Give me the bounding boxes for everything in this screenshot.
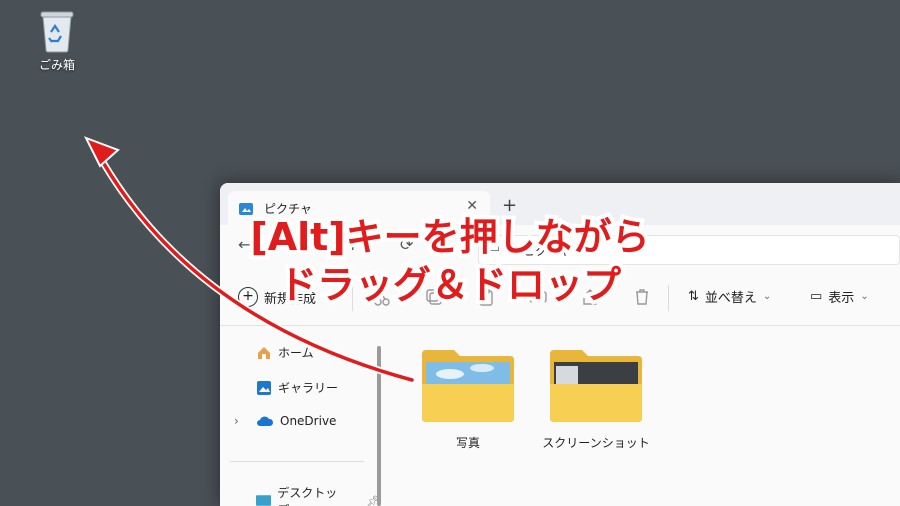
gallery-icon <box>257 380 271 395</box>
nav-item-label: デスクトップ <box>277 486 338 506</box>
nav-item-label: OneDrive <box>280 414 337 428</box>
nav-item-label: ギャラリー <box>278 381 339 395</box>
annotation-line-2: ドラッグ＆ドロップ <box>275 259 625 311</box>
desktop-icon <box>256 495 272 506</box>
annotation-line-1: [Alt]キーを押しながら <box>246 211 653 263</box>
folder-label: 写真 <box>455 436 480 450</box>
recycle-bin[interactable]: ごみ箱 <box>28 6 86 73</box>
folder-photos[interactable]: 写真 <box>408 348 528 451</box>
chevron-right-icon[interactable]: › <box>234 414 239 428</box>
nav-scrollbar[interactable] <box>377 346 381 506</box>
content-area: 写真 スクリーンショット <box>388 326 900 506</box>
nav-item-onedrive[interactable]: OneDrive <box>256 414 336 428</box>
nav-item-home[interactable]: ホーム <box>256 344 314 361</box>
navigation-pane: ホーム ギャラリー › OneDrive デスクトップ 📌︎ <box>220 326 381 506</box>
home-icon <box>258 346 270 359</box>
folder-label: スクリーンショット <box>542 436 650 450</box>
nav-item-label: ホーム <box>278 346 314 360</box>
screenshots-folder-icon <box>550 350 642 422</box>
nav-item-gallery[interactable]: ギャラリー <box>256 379 338 396</box>
cloud-icon <box>257 416 274 426</box>
nav-item-desktop[interactable]: デスクトップ 📌︎ <box>256 484 380 506</box>
recycle-bin-label: ごみ箱 <box>38 58 75 72</box>
folder-screenshots[interactable]: スクリーンショット <box>536 348 656 451</box>
nav-divider <box>230 461 364 462</box>
recycle-bin-icon <box>40 11 74 53</box>
photos-folder-icon <box>422 350 514 422</box>
